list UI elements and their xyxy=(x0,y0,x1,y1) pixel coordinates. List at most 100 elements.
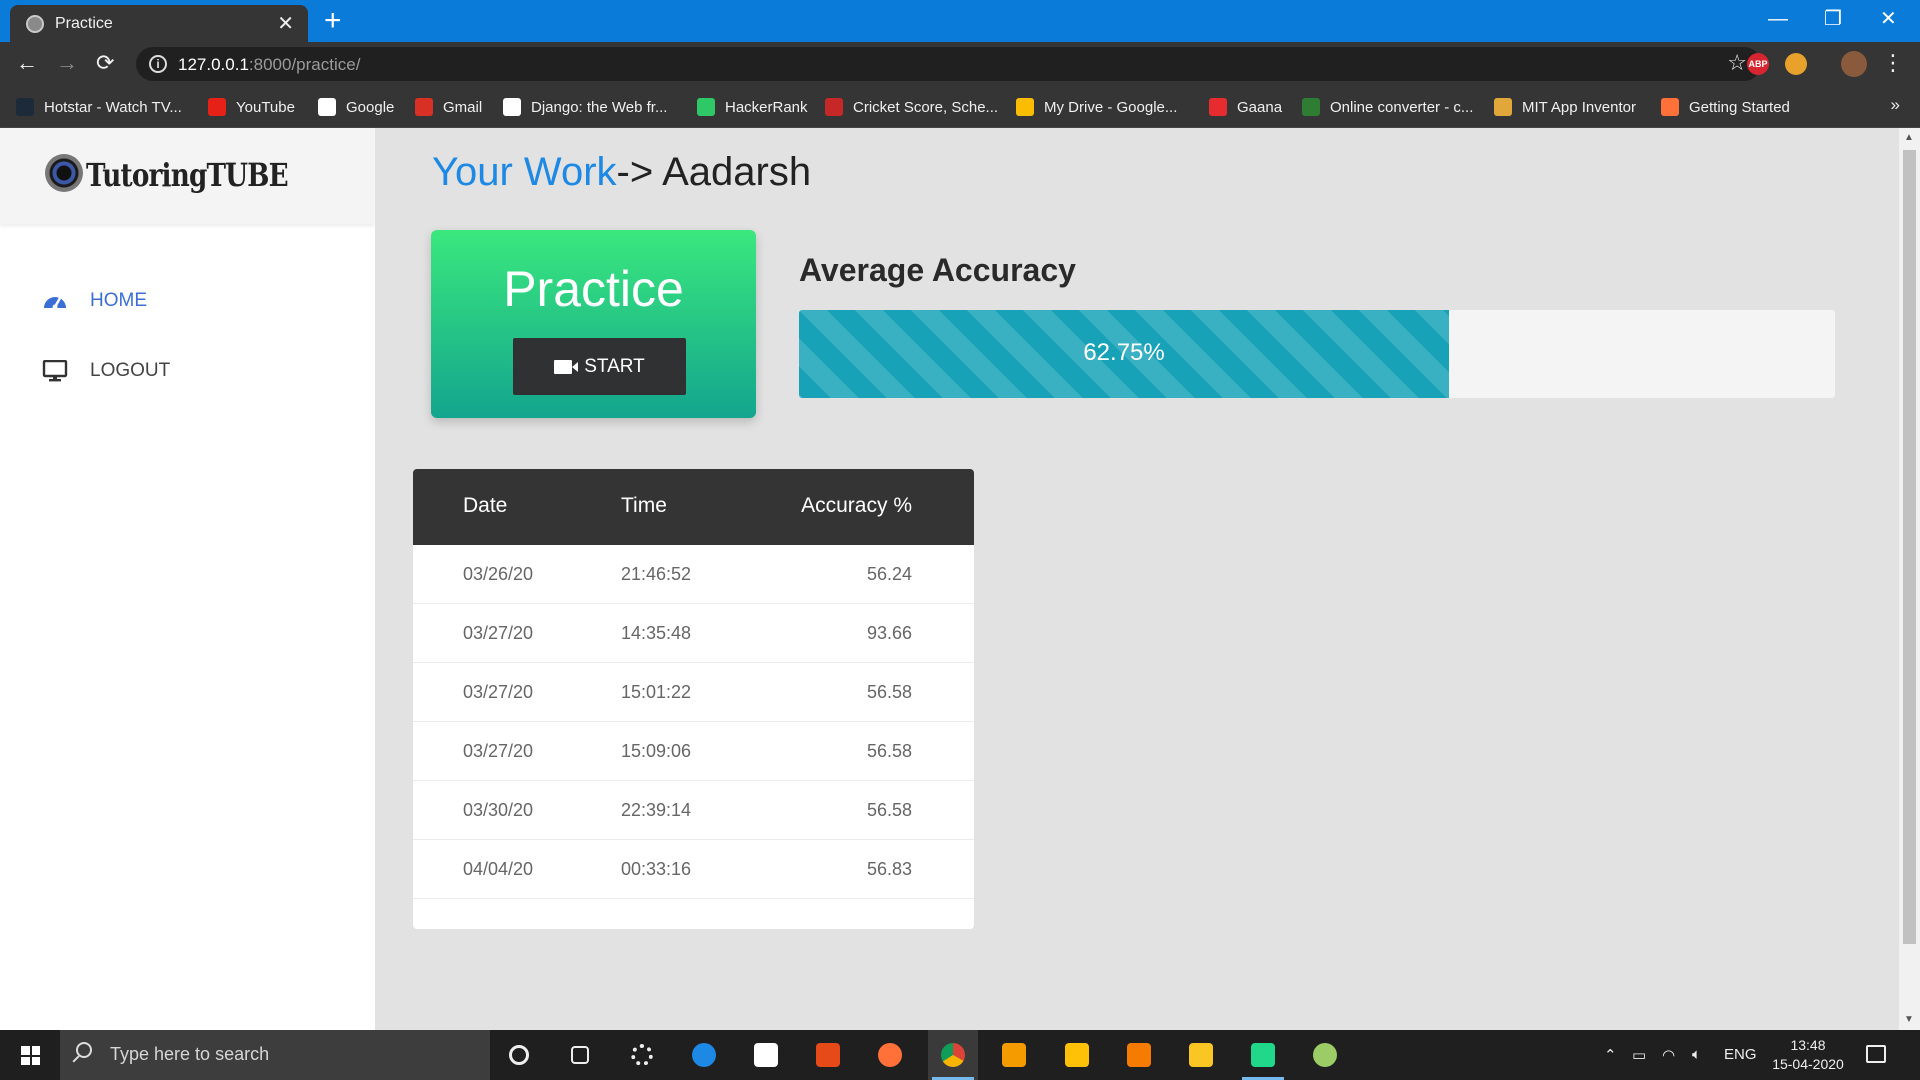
system-clock[interactable]: 13:48 15-04-2020 xyxy=(1768,1036,1848,1074)
youtube-icon xyxy=(208,98,226,116)
forward-arrow-icon[interactable]: → xyxy=(56,50,78,76)
bookmarks-more-button[interactable]: » xyxy=(1891,95,1900,115)
bookmark-label: YouTube xyxy=(236,98,295,116)
office-icon xyxy=(816,1043,840,1067)
taskbar-app-paint[interactable] xyxy=(1300,1030,1350,1080)
edge-icon xyxy=(692,1043,716,1067)
language-indicator[interactable]: ENG xyxy=(1724,1046,1757,1063)
page-scrollbar[interactable]: ▲ ▼ xyxy=(1899,128,1920,1030)
cell-date: 03/27/20 xyxy=(463,741,534,761)
cell-time: 22:39:14 xyxy=(621,800,692,820)
bookmark-item[interactable]: MIT App Inventor xyxy=(1494,95,1636,119)
taskbar-app-edge[interactable] xyxy=(679,1030,729,1080)
taskbar-app-chrome[interactable] xyxy=(928,1030,978,1080)
show-hidden-icons-icon[interactable]: ⌃ xyxy=(1604,1046,1617,1064)
cell-accuracy: 93.66 xyxy=(866,623,912,643)
logo-area[interactable]: TutoringTUBE xyxy=(0,128,375,224)
bookmark-item[interactable]: Hotstar - Watch TV... xyxy=(16,95,182,119)
bookmark-item[interactable]: YouTube xyxy=(208,95,295,119)
bookmark-item[interactable]: Django: the Web fr... xyxy=(503,95,667,119)
bookmark-label: MIT App Inventor xyxy=(1522,98,1636,116)
start-button[interactable] xyxy=(0,1030,60,1080)
windows-taskbar: Type here to search ⌃ ▭ ◠ 🔈︎ ENG 13:48 1… xyxy=(0,1030,1920,1080)
taskbar-app-app[interactable] xyxy=(1052,1030,1102,1080)
new-tab-button[interactable]: + xyxy=(324,4,342,38)
camera-lens-icon xyxy=(45,154,83,192)
tab-close-icon[interactable]: ✕ xyxy=(277,11,294,36)
cell-accuracy: 56.58 xyxy=(866,682,912,702)
bookmark-item[interactable]: HackerRank xyxy=(697,95,808,119)
taskbar-app-cortana[interactable] xyxy=(494,1030,544,1080)
bookmark-item[interactable]: Gaana xyxy=(1209,95,1282,119)
profile-avatar-icon[interactable] xyxy=(1841,51,1867,77)
taskbar-app-vlc[interactable] xyxy=(1114,1030,1164,1080)
search-icon xyxy=(76,1042,92,1058)
scroll-down-arrow-icon[interactable]: ▼ xyxy=(1904,1014,1914,1025)
volume-icon[interactable]: 🔈︎ xyxy=(1692,1046,1701,1063)
taskbar-app-office[interactable] xyxy=(803,1030,853,1080)
bookmark-item[interactable]: Online converter - c... xyxy=(1302,95,1473,119)
appinventor-icon xyxy=(1494,98,1512,116)
table-row: 03/26/20 21:46:52 56.24 xyxy=(413,545,974,604)
adblock-plus-icon[interactable]: ABP xyxy=(1747,53,1769,75)
start-practice-button[interactable]: START xyxy=(513,338,686,395)
taskbar-app-task-view[interactable] xyxy=(555,1030,605,1080)
taskbar-app-sublime[interactable] xyxy=(989,1030,1039,1080)
window-close-button[interactable]: ✕ xyxy=(1880,4,1897,34)
search-placeholder: Type here to search xyxy=(110,1044,270,1064)
cookie-extension-icon[interactable] xyxy=(1785,53,1807,75)
sublime-icon xyxy=(1002,1043,1026,1067)
taskbar-app-file-explorer[interactable] xyxy=(1176,1030,1226,1080)
cell-date: 04/04/20 xyxy=(463,859,534,879)
table-row: 03/27/20 15:01:22 56.58 xyxy=(413,663,974,722)
table-header: Date Time Accuracy % xyxy=(413,469,974,545)
scroll-up-arrow-icon[interactable]: ▲ xyxy=(1904,132,1914,143)
site-info-icon[interactable]: i xyxy=(149,55,167,73)
bookmark-item[interactable]: Cricket Score, Sche... xyxy=(825,95,998,119)
django-icon xyxy=(503,98,521,116)
converter-icon xyxy=(1302,98,1320,116)
cell-time: 15:01:22 xyxy=(621,682,692,702)
practice-card: Practice START xyxy=(431,230,756,418)
tab-title: Practice xyxy=(55,15,113,32)
bookmark-item[interactable]: Google xyxy=(318,95,394,119)
sidebar: TutoringTUBE HOME LOGOUT xyxy=(0,128,375,1030)
tab-favicon-icon xyxy=(26,15,44,33)
heading-student-name: -> Aadarsh xyxy=(616,150,812,194)
bookmark-item[interactable]: My Drive - Google... xyxy=(1016,95,1177,119)
bookmark-star-icon[interactable]: ☆ xyxy=(1727,50,1747,76)
bookmark-label: Online converter - c... xyxy=(1330,98,1474,116)
taskbar-app-firefox[interactable] xyxy=(865,1030,915,1080)
restore-button[interactable]: ❐ xyxy=(1824,4,1842,34)
firefox-icon xyxy=(1661,98,1679,116)
bookmarks-bar: » Hotstar - Watch TV... YouTube Google Gmai… xyxy=(0,86,1920,128)
taskbar-app-settings[interactable] xyxy=(617,1030,667,1080)
url-path: :8000/practice/ xyxy=(248,55,361,74)
scrollbar-thumb[interactable] xyxy=(1903,150,1916,944)
taskbar-app-store[interactable] xyxy=(741,1030,791,1080)
taskbar-app-pycharm[interactable] xyxy=(1238,1030,1288,1080)
back-arrow-icon[interactable]: ← xyxy=(16,50,38,76)
file-explorer-icon xyxy=(1189,1043,1213,1067)
address-bar[interactable]: i 127.0.0.1:8000/practice/ ☆ xyxy=(136,47,1761,81)
browser-tab[interactable]: Practice ✕ xyxy=(10,5,308,42)
bookmark-item[interactable]: Getting Started xyxy=(1661,95,1790,119)
taskbar-search-box[interactable]: Type here to search xyxy=(60,1030,490,1080)
sidebar-item-home[interactable]: HOME xyxy=(42,286,147,316)
notification-center-icon[interactable] xyxy=(1866,1045,1886,1063)
browser-menu-icon[interactable]: ⋮ xyxy=(1882,50,1904,76)
bookmark-item[interactable]: Gmail xyxy=(415,95,482,119)
monitor-icon xyxy=(42,360,68,382)
table-row: 03/27/20 15:09:06 56.58 xyxy=(413,722,974,781)
column-header-accuracy: Accuracy % xyxy=(801,494,912,517)
cell-time: 15:09:06 xyxy=(621,741,692,761)
table-row: 04/04/20 00:33:16 56.83 xyxy=(413,840,974,899)
reload-icon[interactable]: ⟳ xyxy=(96,50,114,76)
start-button-label: START xyxy=(584,355,645,377)
gaana-icon xyxy=(1209,98,1227,116)
wifi-icon[interactable]: ◠ xyxy=(1662,1046,1675,1064)
url-text[interactable]: 127.0.0.1:8000/practice/ xyxy=(178,55,360,75)
sidebar-item-logout[interactable]: LOGOUT xyxy=(42,356,170,386)
minimize-button[interactable]: — xyxy=(1768,4,1788,34)
battery-icon[interactable]: ▭ xyxy=(1632,1046,1646,1064)
